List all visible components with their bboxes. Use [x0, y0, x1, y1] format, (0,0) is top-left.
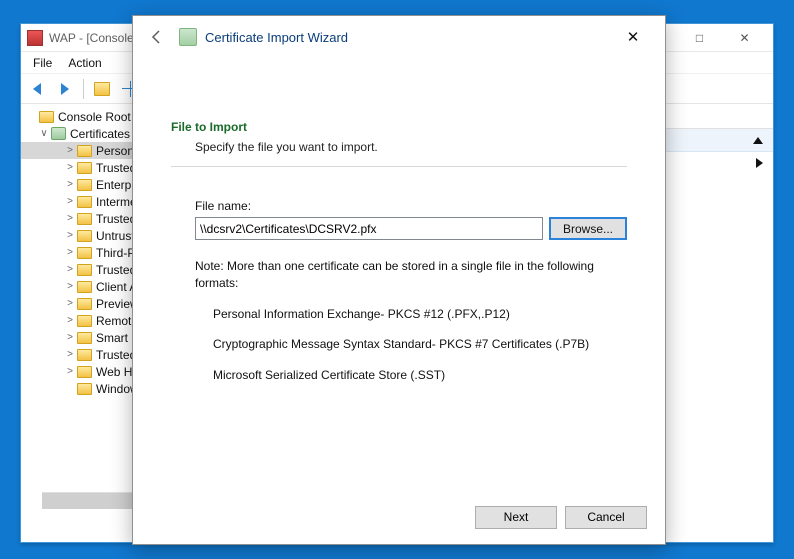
folder-icon [77, 281, 92, 293]
folder-icon [77, 230, 92, 242]
wizard-titlebar: Certificate Import Wizard ✕ [133, 16, 665, 58]
folder-icon [77, 315, 92, 327]
folder-icon [77, 349, 92, 361]
close-button[interactable]: ✕ [722, 27, 767, 49]
certificate-import-wizard: Certificate Import Wizard ✕ File to Impo… [132, 15, 666, 545]
folder-icon [77, 213, 92, 225]
format-line: Microsoft Serialized Certificate Store (… [213, 367, 627, 384]
menu-action[interactable]: Action [60, 54, 109, 72]
folder-icon [77, 264, 92, 276]
wizard-heading: File to Import [171, 120, 627, 134]
maximize-button[interactable]: □ [677, 27, 722, 49]
submenu-icon [756, 158, 763, 168]
up-folder-button[interactable] [90, 77, 114, 101]
folder-icon [77, 179, 92, 191]
toolbar-separator [83, 79, 84, 99]
file-name-input[interactable] [195, 217, 543, 240]
folder-icon [77, 145, 92, 157]
collapse-icon [753, 137, 763, 144]
divider [171, 166, 627, 167]
app-icon [27, 30, 43, 46]
browse-button[interactable]: Browse... [549, 217, 627, 240]
nav-back-button[interactable] [25, 77, 49, 101]
note-text: Note: More than one certificate can be s… [195, 258, 627, 292]
certificate-icon [179, 28, 197, 46]
format-line: Cryptographic Message Syntax Standard- P… [213, 336, 627, 353]
format-line: Personal Information Exchange- PKCS #12 … [213, 306, 627, 323]
wizard-footer: Next Cancel [133, 490, 665, 544]
folder-icon [77, 366, 92, 378]
folder-icon [77, 298, 92, 310]
next-button[interactable]: Next [475, 506, 557, 529]
menu-file[interactable]: File [25, 54, 60, 72]
folder-icon [77, 196, 92, 208]
folder-icon [77, 247, 92, 259]
folder-icon [39, 111, 54, 123]
folder-icon [77, 383, 92, 395]
file-name-label: File name: [195, 199, 627, 213]
wizard-title-text: Certificate Import Wizard [205, 30, 348, 45]
cancel-button[interactable]: Cancel [565, 506, 647, 529]
wizard-close-button[interactable]: ✕ [613, 22, 653, 52]
wizard-subheading: Specify the file you want to import. [171, 134, 627, 154]
certificate-icon [51, 127, 66, 140]
folder-icon [77, 332, 92, 344]
folder-icon [77, 162, 92, 174]
window-title: WAP - [Console [49, 31, 134, 45]
wizard-back-button[interactable] [145, 25, 169, 49]
nav-forward-button[interactable] [53, 77, 77, 101]
